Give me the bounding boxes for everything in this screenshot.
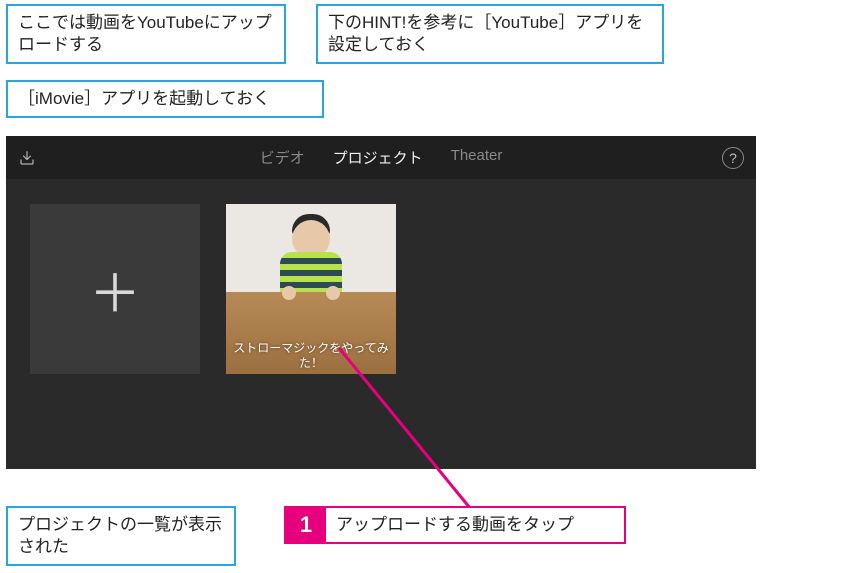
step-text: アップロードする動画をタップ bbox=[326, 508, 584, 542]
project-thumb-hand-r bbox=[326, 286, 340, 300]
project-tile-title: ストローマジックをやってみた！ bbox=[226, 339, 396, 372]
callout-upload-youtube: ここでは動画をYouTubeにアップロードする bbox=[6, 4, 286, 64]
imovie-toolbar: ビデオ プロジェクト Theater ? bbox=[6, 136, 756, 180]
imovie-app-window: ビデオ プロジェクト Theater ? ＋ ストローマジックをやってみた！ bbox=[6, 136, 756, 469]
nav-theater[interactable]: Theater bbox=[451, 147, 503, 168]
new-project-tile[interactable]: ＋ bbox=[30, 204, 200, 374]
project-thumb-hand-l bbox=[282, 286, 296, 300]
nav-project[interactable]: プロジェクト bbox=[333, 147, 423, 168]
plus-icon: ＋ bbox=[89, 252, 141, 327]
step-number: 1 bbox=[286, 508, 326, 542]
project-tile-straw-magic[interactable]: ストローマジックをやってみた！ bbox=[226, 204, 396, 374]
callout-launch-imovie: ［iMovie］アプリを起動しておく bbox=[6, 80, 324, 118]
imovie-nav: ビデオ プロジェクト Theater bbox=[6, 147, 756, 168]
imovie-project-grid: ＋ ストローマジックをやってみた！ bbox=[6, 180, 756, 398]
nav-video[interactable]: ビデオ bbox=[260, 147, 305, 168]
callout-project-list-shown: プロジェクトの一覧が表示された bbox=[6, 506, 236, 566]
step-callout-1: 1 アップロードする動画をタップ bbox=[284, 506, 626, 544]
callout-hint-youtube-app: 下のHINT!を参考に［YouTube］アプリを設定しておく bbox=[316, 4, 664, 64]
